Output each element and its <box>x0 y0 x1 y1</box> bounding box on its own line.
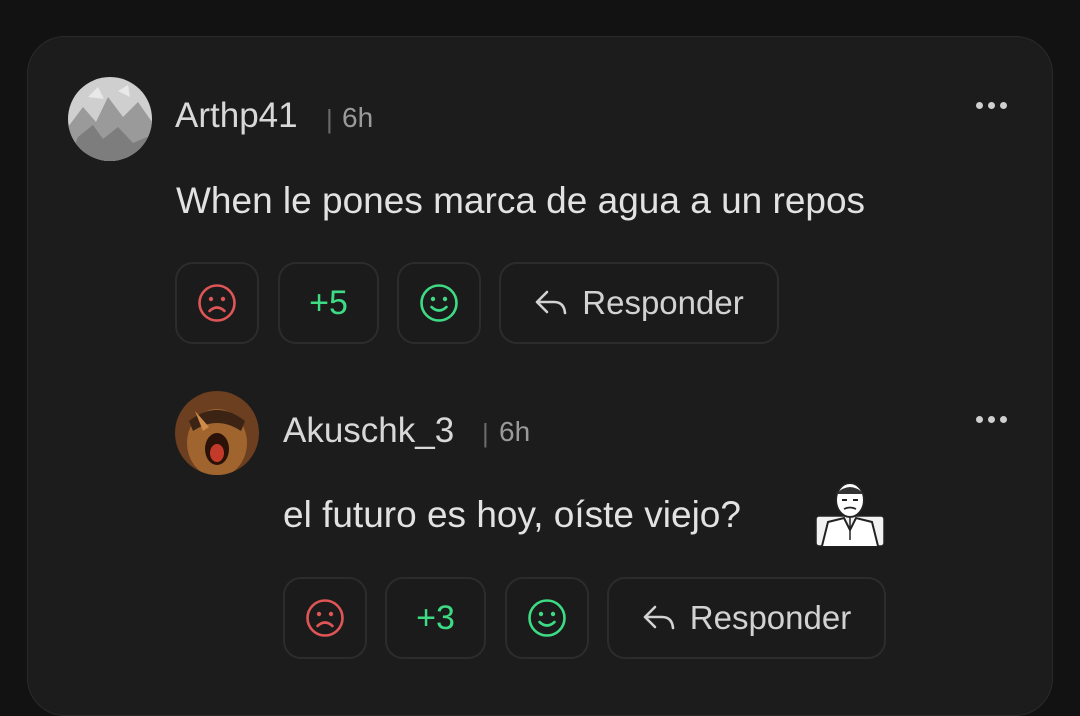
reply-text: el futuro es hoy, oíste viejo? <box>283 494 741 535</box>
more-options-button[interactable] <box>971 95 1011 115</box>
avatar[interactable] <box>68 77 152 161</box>
score-badge: +3 <box>385 577 486 659</box>
reply-label: Responder <box>582 284 744 321</box>
score-value: +3 <box>416 598 455 637</box>
separator: | <box>482 418 489 448</box>
sad-face-icon <box>198 284 236 322</box>
username[interactable]: Arthp41 <box>175 96 298 136</box>
downvote-button[interactable] <box>175 262 259 344</box>
avatar[interactable] <box>175 391 259 475</box>
sad-face-icon <box>306 599 344 637</box>
reply-arrow-icon <box>643 605 675 630</box>
comment-text: When le pones marca de agua a un repos <box>176 180 866 221</box>
username[interactable]: Akuschk_3 <box>283 411 454 451</box>
separator: | <box>326 104 333 134</box>
upvote-button[interactable] <box>397 262 481 344</box>
reply-button[interactable]: Responder <box>607 577 886 659</box>
smile-face-icon <box>420 284 458 322</box>
reply-arrow-icon <box>535 290 567 315</box>
smile-face-icon <box>528 599 566 637</box>
score-value: +5 <box>309 283 348 322</box>
downvote-button[interactable] <box>283 577 367 659</box>
score-badge: +5 <box>278 262 379 344</box>
more-dots-icon <box>975 101 983 109</box>
more-options-button[interactable] <box>971 409 1011 429</box>
timestamp: 6h <box>342 102 374 133</box>
timestamp: 6h <box>499 416 531 447</box>
meme-sticker-icon <box>814 478 886 548</box>
reply-button[interactable]: Responder <box>499 262 779 344</box>
reply-label: Responder <box>689 599 852 636</box>
upvote-button[interactable] <box>505 577 589 659</box>
more-dots-icon <box>975 415 983 423</box>
